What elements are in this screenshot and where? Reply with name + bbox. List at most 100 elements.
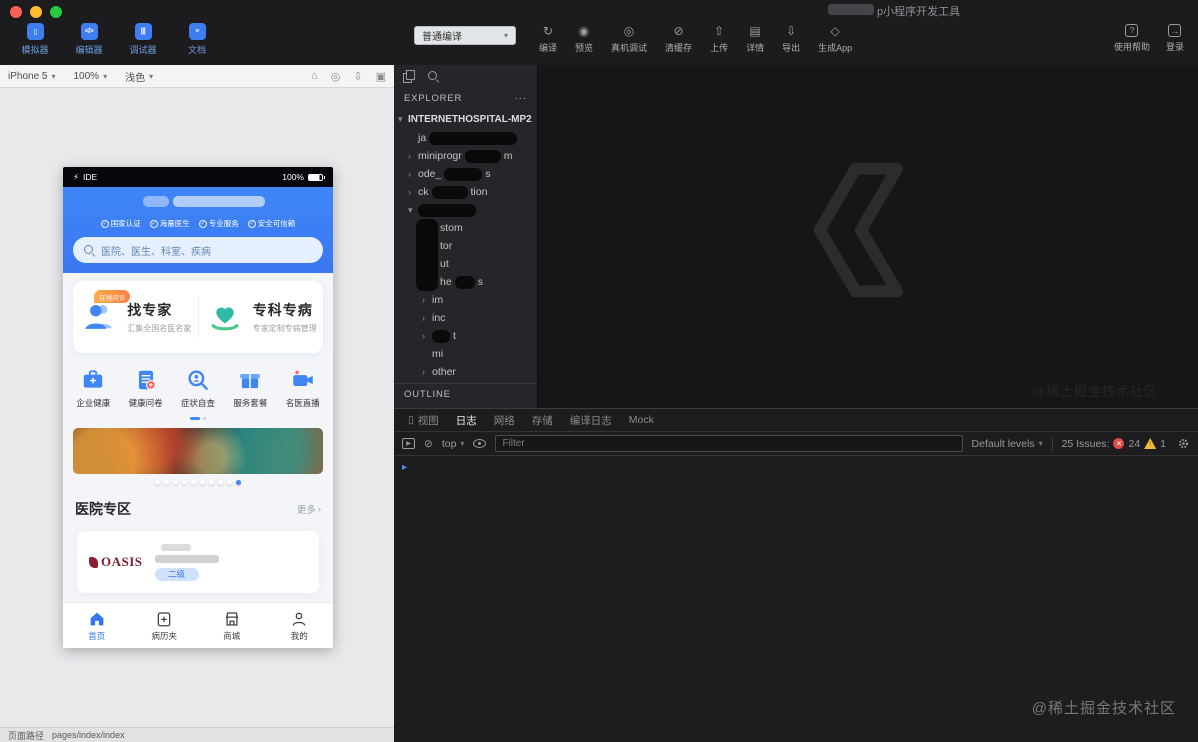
tab-log[interactable]: 日志 <box>456 413 477 428</box>
search-bar[interactable]: 医院、医生、科室、疾病 <box>73 237 323 263</box>
play-icon[interactable]: ▶ <box>402 438 415 449</box>
tree-item[interactable]: › ode_ s <box>394 165 537 183</box>
docs-button[interactable]: ≡ 文档 <box>174 23 220 56</box>
details-button[interactable]: ▤ 详情 <box>737 24 773 54</box>
tree-item[interactable]: › miniprogr m <box>394 147 537 165</box>
issues-counter[interactable]: 25 Issues: ✕ 24 ! 1 <box>1062 438 1166 450</box>
tab-view[interactable]: ▯ 视图 <box>408 413 439 428</box>
login-button[interactable]: → 登录 <box>1166 24 1184 53</box>
specialty-card[interactable]: 专科专病 专家定制专病管理 <box>199 297 324 337</box>
hospital-card[interactable]: OASIS 二级 <box>77 531 319 593</box>
explorer-header: EXPLORER ··· <box>394 87 537 109</box>
login-icon: → <box>1168 24 1182 37</box>
tab-home[interactable]: 首页 <box>63 603 131 648</box>
preview-button[interactable]: ◉ 预览 <box>566 24 602 54</box>
sim-screenshot-icon[interactable]: ▣ <box>376 70 386 83</box>
compile-icon: ↻ <box>542 24 554 38</box>
sim-share-icon[interactable]: ⇩ <box>353 70 362 83</box>
tab-network[interactable]: 网络 <box>494 413 515 428</box>
home-tab-icon <box>90 612 104 625</box>
help-button[interactable]: ? 使用帮助 <box>1114 24 1150 53</box>
redaction-patch <box>418 203 476 217</box>
generate-app-icon: ◇ <box>830 24 840 38</box>
tab-compile-log[interactable]: 编译日志 <box>570 413 612 428</box>
chevron-right-icon: › <box>422 367 425 377</box>
simulator-panel: iPhone 5 ▾ 100% ▾ 浅色 ▾ ⌂ ◎ ⇩ ▣ ⚡ IDE 100… <box>0 65 394 742</box>
divider <box>1051 436 1053 451</box>
close-window-button[interactable] <box>10 6 22 18</box>
badge: ✓ 专业服务 <box>198 219 239 228</box>
phone-status-bar: ⚡ IDE 100% <box>63 167 333 187</box>
tree-item[interactable]: › t <box>394 327 537 345</box>
tab-medical-records[interactable]: 病历夹 <box>131 603 199 648</box>
editor-toggle-button[interactable]: </> 编辑器 <box>66 23 112 56</box>
generate-app-button[interactable]: ◇ 生成App <box>809 24 861 54</box>
banner-carousel[interactable] <box>73 428 323 474</box>
explorer-panel: EXPLORER ··· ▾ INTERNETHOSPITAL-MP2 ja ›… <box>394 65 538 408</box>
upload-icon: ⇧ <box>714 24 725 38</box>
devtools-logo-watermark <box>813 162 903 298</box>
eye-icon[interactable] <box>473 439 487 448</box>
debugger-toggle-button[interactable]: ||| 调试器 <box>120 23 166 56</box>
console-filter-input[interactable] <box>495 435 963 452</box>
outline-section[interactable]: OUTLINE <box>394 383 537 405</box>
theme-select[interactable]: 浅色 ▾ <box>125 69 153 84</box>
upload-button[interactable]: ⇧ 上传 <box>701 24 737 54</box>
tab-mall[interactable]: 商城 <box>198 603 266 648</box>
tab-mock[interactable]: Mock <box>629 414 654 426</box>
compile-button[interactable]: ↻ 编译 <box>530 24 566 54</box>
tree-item[interactable]: ja <box>394 129 537 147</box>
quick-link-enterprise-health[interactable]: 企业健康 <box>76 367 110 409</box>
window-controls <box>10 6 62 18</box>
find-expert-card[interactable]: 在线问诊 找专家 汇集全国名医名家 <box>73 290 198 337</box>
sim-home-icon[interactable]: ⌂ <box>311 70 318 83</box>
export-icon: ⇩ <box>786 24 797 38</box>
quick-link-service-package[interactable]: 服务套餐 <box>233 367 267 409</box>
tree-item[interactable]: mi <box>394 345 537 363</box>
page-path-label: 页面路径 <box>8 730 45 741</box>
clear-cache-button[interactable]: ⊘ 清缓存 <box>656 24 701 54</box>
context-select[interactable]: top ▾ <box>442 438 465 450</box>
device-debug-button[interactable]: ◎ 真机调试 <box>602 24 656 54</box>
page-path-value[interactable]: pages/index/index <box>52 730 125 740</box>
export-button[interactable]: ⇩ 导出 <box>773 24 809 54</box>
simulator-toggle-button[interactable]: ▯ 模拟器 <box>12 23 58 56</box>
explorer-mini-toolbar <box>394 65 537 87</box>
zoom-select[interactable]: 100% ▾ <box>74 71 108 82</box>
quick-link-doctor-live[interactable]: 名医直播 <box>286 367 320 409</box>
chevron-right-icon: › <box>422 313 425 323</box>
pages-icon[interactable] <box>403 70 415 83</box>
tree-item[interactable]: › ck tion <box>394 183 537 201</box>
log-levels-select[interactable]: Default levels ▾ <box>972 438 1043 450</box>
zoom-window-button[interactable] <box>50 6 62 18</box>
caret-down-icon: ▾ <box>460 439 465 448</box>
package-icon <box>240 374 261 389</box>
details-icon: ▤ <box>749 24 761 38</box>
hospital-logo: OASIS <box>89 554 143 570</box>
clear-console-icon[interactable]: ⊘ <box>424 438 433 450</box>
tree-item[interactable]: › other <box>394 363 537 381</box>
tree-item[interactable]: › inc <box>394 309 537 327</box>
chevron-right-icon: › <box>408 169 411 179</box>
minimize-window-button[interactable] <box>30 6 42 18</box>
search-icon[interactable] <box>428 71 438 81</box>
editor-canvas: @稀土掘金技术社区 <box>538 65 1198 408</box>
indicator-active <box>190 417 200 420</box>
tree-item[interactable]: › im <box>394 291 537 309</box>
caret-down-icon: ▾ <box>149 71 154 81</box>
tab-storage[interactable]: 存储 <box>532 413 553 428</box>
device-select[interactable]: iPhone 5 ▾ <box>8 71 56 82</box>
chevron-right-icon: › <box>422 295 425 305</box>
more-link[interactable]: 更多 › <box>297 502 321 517</box>
quick-link-health-questionnaire[interactable]: 健康问卷 <box>129 367 163 409</box>
tree-item[interactable]: ▾ <box>394 201 537 219</box>
project-root-item[interactable]: ▾ INTERNETHOSPITAL-MP2 <box>394 109 537 129</box>
quick-link-symptom-self-check[interactable]: 症状自查 <box>181 367 215 409</box>
compile-mode-select[interactable]: 普通编译 ▾ <box>414 26 516 45</box>
sim-location-icon[interactable]: ◎ <box>331 70 341 83</box>
help-icon: ? <box>1125 24 1139 37</box>
more-actions-button[interactable]: ··· <box>515 93 528 104</box>
tab-profile[interactable]: 我的 <box>266 603 334 648</box>
console-settings-button[interactable] <box>1177 437 1190 450</box>
check-circle-icon: ✓ <box>100 219 109 228</box>
